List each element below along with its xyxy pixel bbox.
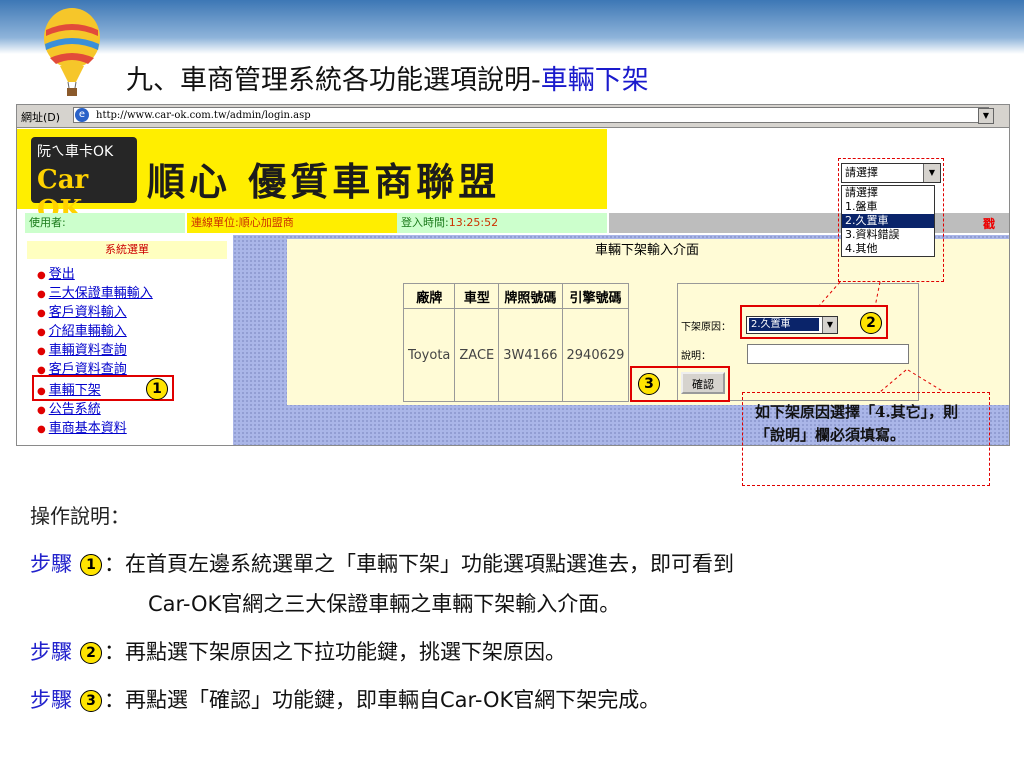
slide-title-highlight: 車輛下架 bbox=[540, 65, 649, 96]
menu-item-car-query[interactable]: 車輛資料查詢 bbox=[37, 339, 127, 358]
step-3-text: ：再點選「確認」功能鍵，即車輛自Car-OK官網下架完成。 bbox=[104, 688, 661, 712]
step-2: 步驟 2 ：再點選下架原因之下拉功能鍵，挑選下架原因。 bbox=[30, 636, 566, 666]
step-1-text: ：在首頁左邊系統選單之「車輛下架」功能選項點選進去，即可看到 bbox=[104, 552, 734, 576]
login-time-info: 登入時間:13:25:52 bbox=[397, 213, 607, 233]
menu-header: 系統選單 bbox=[27, 241, 227, 259]
ie-icon: e bbox=[75, 108, 89, 122]
callout-note: 如下架原因選擇「4.其它」，則「說明」欄必須填寫。 bbox=[742, 392, 990, 486]
brand-name: 順心 優質車商聯盟 bbox=[147, 159, 501, 204]
column-plate: 牌照號碼 bbox=[498, 283, 563, 309]
unit-value: 順心加盟商 bbox=[238, 216, 294, 229]
step-number-1: 1 bbox=[80, 554, 102, 576]
address-bar: 網址(D) http://www.car-ok.com.tw/admin/log… bbox=[17, 105, 1009, 128]
info-bar-gray bbox=[609, 213, 1009, 233]
menu-item-intro-cars[interactable]: 介紹車輛輸入 bbox=[37, 320, 127, 339]
unit-info: 連線單位:順心加盟商 bbox=[187, 213, 397, 233]
column-model: 車型 bbox=[454, 283, 500, 309]
car-table: 廠牌 車型 牌照號碼 引擎號碼 Toyota ZACE 3W4166 29406… bbox=[402, 283, 630, 402]
step-number-3: 3 bbox=[80, 690, 102, 712]
address-dropdown-button[interactable]: ▼ bbox=[978, 108, 994, 124]
step-marker-1: 1 bbox=[146, 378, 168, 400]
time-value: 13:25:52 bbox=[448, 216, 499, 229]
user-label: 使用者: bbox=[29, 216, 66, 229]
slide-header-band bbox=[0, 0, 1024, 54]
slide-title: 九、車商管理系統各功能選項說明-車輛下架 bbox=[126, 58, 649, 97]
slide-title-prefix: 九、車商管理系統各功能選項說明- bbox=[126, 65, 541, 96]
menu-item-dealer-info[interactable]: 車商基本資料 bbox=[37, 417, 127, 436]
column-brand: 廠牌 bbox=[402, 283, 456, 309]
car-ok-logo: 阮ㄟ車卡OK Car OK bbox=[31, 137, 137, 225]
description-label: 說明： bbox=[681, 351, 711, 362]
step-3: 步驟 3 ：再點選「確認」功能鍵，即車輛自Car-OK官網下架完成。 bbox=[30, 684, 660, 714]
site-banner: 阮ㄟ車卡OK Car OK 順心 優質車商聯盟 bbox=[17, 129, 607, 225]
unit-label: 連線單位: bbox=[191, 216, 239, 229]
cell-plate: 3W4166 bbox=[498, 308, 563, 402]
menu-item-customer-input[interactable]: 客戶資料輸入 bbox=[37, 301, 127, 320]
instructions-heading: 操作說明： bbox=[30, 504, 130, 528]
table-row: Toyota ZACE 3W4166 2940629 bbox=[402, 308, 630, 402]
step-number-2: 2 bbox=[80, 642, 102, 664]
description-input[interactable] bbox=[747, 344, 909, 364]
step-label: 步驟 bbox=[30, 688, 72, 712]
cell-brand: Toyota bbox=[402, 308, 456, 402]
step-marker-3: 3 bbox=[638, 373, 660, 395]
hot-air-balloon-icon bbox=[44, 8, 100, 96]
time-label: 登入時間: bbox=[401, 216, 449, 229]
step-2-text: ：再點選下架原因之下拉功能鍵，挑選下架原因。 bbox=[104, 640, 566, 664]
url-field[interactable]: http://www.car-ok.com.tw/admin/login.asp bbox=[73, 107, 989, 123]
cell-engine: 2940629 bbox=[561, 308, 630, 402]
step-label: 步驟 bbox=[30, 552, 72, 576]
cell-model: ZACE bbox=[454, 308, 500, 402]
address-label: 網址(D) bbox=[21, 111, 61, 124]
reason-label: 下架原因： bbox=[681, 322, 731, 333]
logout-link[interactable]: 戳 bbox=[983, 215, 995, 232]
menu-item-warranty-cars[interactable]: 三大保證車輛輸入 bbox=[37, 282, 153, 301]
step-label: 步驟 bbox=[30, 640, 72, 664]
dropdown-dashed-callout bbox=[838, 158, 944, 282]
user-info: 使用者: bbox=[25, 213, 185, 233]
logo-line1: 阮ㄟ車卡OK bbox=[37, 144, 114, 160]
menu-item-logout[interactable]: 登出 bbox=[37, 263, 75, 282]
step-marker-2: 2 bbox=[860, 312, 882, 334]
column-engine: 引擎號碼 bbox=[561, 283, 630, 309]
form-title: 車輛下架輸入介面 bbox=[595, 243, 700, 258]
step-1: 步驟 1 ：在首頁左邊系統選單之「車輛下架」功能選項點選進去，即可看到 bbox=[30, 548, 734, 578]
step-1-continuation: Car-OK官網之三大保證車輛之車輛下架輸入介面。 bbox=[148, 592, 621, 616]
